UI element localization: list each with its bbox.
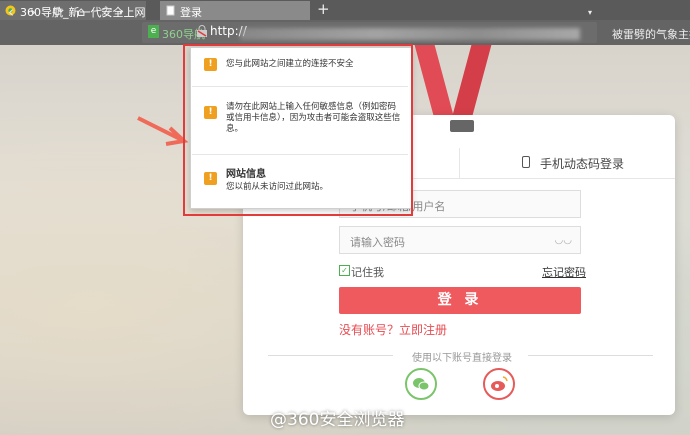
login-button[interactable]: 登 录	[339, 287, 581, 314]
tab-divider	[459, 148, 460, 178]
divider-right	[528, 355, 653, 356]
password-placeholder: 请输入密码	[350, 236, 405, 249]
password-input[interactable]: 请输入密码 ◡◡	[339, 226, 581, 254]
other-login-label: 使用以下账号直接登录	[412, 353, 512, 364]
forgot-password-link[interactable]: 忘记密码	[542, 264, 586, 280]
divider-left	[268, 355, 393, 356]
remember-label: 记住我	[351, 266, 384, 279]
wechat-login-icon[interactable]	[405, 368, 437, 400]
bookmark-star-icon[interactable]: ☆	[99, 0, 112, 25]
tab-title: 登录	[180, 6, 202, 19]
page-icon	[166, 5, 175, 16]
url-dropdown-icon[interactable]: ▾	[588, 0, 592, 25]
not-secure-icon[interactable]	[196, 25, 208, 38]
phone-icon	[522, 156, 530, 168]
remember-checkbox[interactable]: ✓	[339, 265, 350, 276]
home-icon[interactable]: ⌂	[77, 0, 85, 25]
tab-login[interactable]: 登录	[160, 1, 310, 20]
badge-clip	[450, 120, 474, 132]
weibo-login-icon[interactable]	[483, 368, 515, 400]
chevron-down-icon[interactable]: ▾	[119, 0, 123, 25]
register-link[interactable]: 没有账号？立即注册	[339, 321, 447, 338]
new-tab-button[interactable]: +	[317, 0, 330, 18]
back-icon[interactable]: ‹	[8, 0, 14, 25]
show-password-icon[interactable]: ◡◡	[555, 235, 572, 246]
red-arrow-icon	[137, 116, 189, 146]
highlight-box	[183, 44, 413, 216]
forward-icon[interactable]: ›	[30, 0, 36, 25]
refresh-icon[interactable]: ⟳	[53, 0, 64, 25]
tab-mobile-code-login[interactable]: 手机动态码登录	[540, 155, 624, 172]
tab-360-navigation[interactable]: 360导航_新一代安全上网导航	[0, 1, 146, 20]
blurred-url	[240, 28, 580, 40]
news-ticker[interactable]: 被雷劈的气象主播	[612, 26, 690, 42]
ie-mode-icon[interactable]: e	[148, 25, 159, 38]
watermark: @360安全浏览器	[270, 410, 405, 430]
